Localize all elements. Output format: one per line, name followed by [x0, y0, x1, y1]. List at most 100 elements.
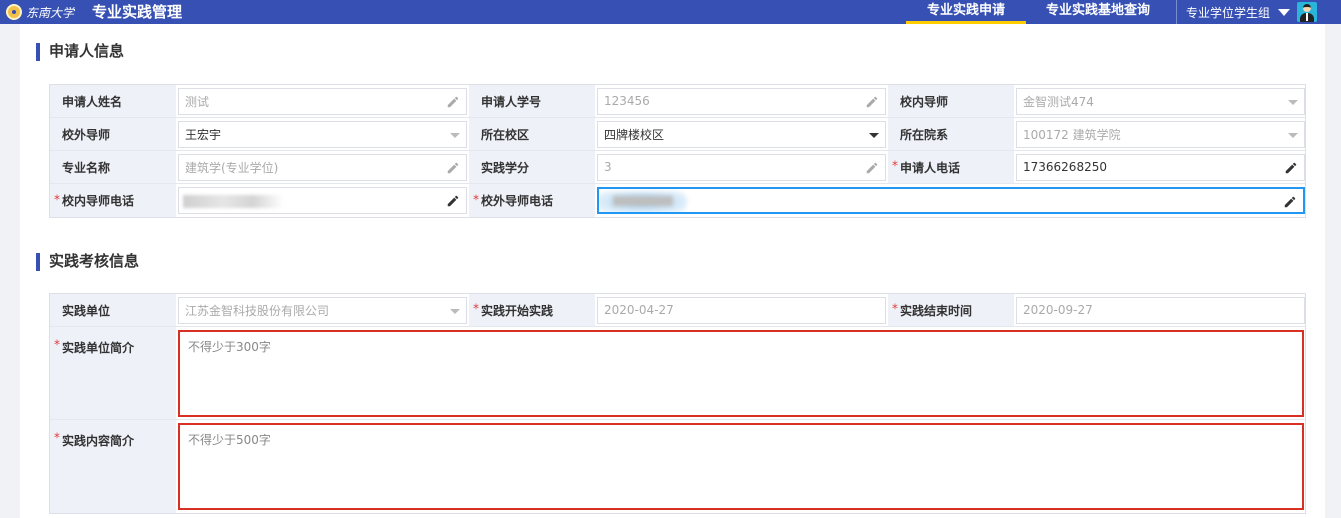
- applicant-name-input[interactable]: 测试: [178, 87, 467, 115]
- form-row: 专业名称 建筑学(专业学位) 实践学分 3 * 申请人电话 17366268250: [50, 151, 1305, 184]
- redacted-value-inner: [613, 196, 673, 206]
- campus-value: 四牌楼校区: [604, 127, 665, 142]
- credits-input[interactable]: 3: [597, 153, 886, 181]
- department-select[interactable]: 100172 建筑学院: [1016, 120, 1305, 148]
- field-cell: 测试: [176, 85, 469, 117]
- field-label: * 实践单位简介: [50, 327, 176, 419]
- unit-intro-label: 实践单位简介: [62, 341, 135, 355]
- student-id-label: 申请人学号: [481, 94, 542, 109]
- field-label: 所在校区: [469, 118, 595, 150]
- end-date-input[interactable]: 2020-09-27: [1016, 296, 1305, 324]
- start-date-value: 2020-04-27: [604, 303, 674, 317]
- external-advisor-phone-input[interactable]: [597, 187, 1305, 214]
- practice-unit-value: 江苏金智科技股份有限公司: [185, 303, 330, 318]
- external-phone-label: 校外导师电话: [481, 194, 554, 208]
- required-star: *: [892, 301, 898, 316]
- field-cell: 王宏宇: [176, 118, 469, 150]
- major-value: 建筑学(专业学位): [185, 160, 279, 175]
- caret-down-icon: [450, 308, 460, 314]
- internal-phone-label: 校内导师电话: [62, 194, 135, 208]
- content-panel: 申请人信息 申请人姓名 测试 申请人学号 123456 校内导师 金智测试474…: [20, 24, 1325, 518]
- applicant-phone-input[interactable]: 17366268250: [1016, 153, 1305, 181]
- form-row: 申请人姓名 测试 申请人学号 123456 校内导师 金智测试474: [50, 85, 1305, 118]
- name-label: 申请人姓名: [62, 94, 123, 109]
- field-cell: 不得少于500字: [176, 420, 1306, 513]
- caret-down-icon: [869, 132, 879, 138]
- campus-select[interactable]: 四牌楼校区: [597, 120, 886, 148]
- caret-down-icon[interactable]: [1278, 9, 1290, 16]
- section-title-practice: 实践考核信息: [36, 253, 139, 271]
- pencil-icon: [447, 195, 459, 207]
- internal-advisor-select[interactable]: 金智测试474: [1016, 87, 1305, 115]
- field-cell: 17366268250: [1014, 151, 1307, 183]
- content-intro-textarea[interactable]: 不得少于500字: [178, 423, 1304, 510]
- applicant-form: 申请人姓名 测试 申请人学号 123456 校内导师 金智测试474 校外导师 …: [49, 84, 1306, 218]
- required-star: *: [473, 301, 479, 316]
- field-cell: [176, 184, 469, 217]
- app-title: 专业实践管理: [92, 3, 183, 21]
- field-cell: 123456: [595, 85, 888, 117]
- top-divider: [1176, 0, 1177, 24]
- department-label: 所在院系: [900, 127, 949, 142]
- pencil-icon: [1284, 196, 1296, 208]
- field-label: 申请人学号: [469, 85, 595, 117]
- applicant-name-value: 测试: [185, 94, 210, 109]
- pencil-icon: [1285, 162, 1297, 173]
- internal-advisor-phone-input[interactable]: [178, 187, 467, 214]
- student-id-input[interactable]: 123456: [597, 87, 886, 115]
- form-row: * 校内导师电话 * 校外导师电话: [50, 184, 1305, 217]
- field-label: 实践单位: [50, 294, 176, 326]
- field-label: 申请人姓名: [50, 85, 176, 117]
- field-cell: 2020-09-27: [1014, 294, 1307, 326]
- user-avatar[interactable]: [1297, 2, 1317, 22]
- start-label: 实践开始实践: [481, 303, 554, 318]
- campus-label: 所在校区: [481, 127, 530, 142]
- field-label: 实践学分: [469, 151, 595, 183]
- top-bar: 东南大学 专业实践管理 专业实践申请 专业实践基地查询 专业学位学生组: [0, 0, 1341, 24]
- pencil-icon: [447, 162, 459, 173]
- field-label: 所在院系: [888, 118, 1014, 150]
- external-advisor-select[interactable]: 王宏宇: [178, 120, 467, 148]
- major-input[interactable]: 建筑学(专业学位): [178, 153, 467, 181]
- start-date-input[interactable]: 2020-04-27: [597, 296, 886, 324]
- role-selector[interactable]: 专业学位学生组: [1186, 5, 1270, 21]
- nav-tab-practice-base-query[interactable]: 专业实践基地查询: [1032, 0, 1164, 24]
- student-id-value: 123456: [604, 94, 650, 108]
- field-label: 校外导师: [50, 118, 176, 150]
- field-label: * 校外导师电话: [469, 184, 595, 217]
- pencil-icon: [447, 96, 459, 107]
- field-label: * 申请人电话: [888, 151, 1014, 183]
- form-row: * 实践内容简介 不得少于500字: [50, 420, 1305, 513]
- field-cell: [595, 184, 1307, 217]
- internal-advisor-label: 校内导师: [900, 94, 949, 109]
- required-star: *: [892, 158, 898, 173]
- unit-intro-textarea[interactable]: 不得少于300字: [178, 329, 1304, 417]
- required-star: *: [54, 192, 60, 207]
- avatar-head: [1303, 4, 1311, 12]
- credits-value: 3: [604, 160, 612, 174]
- nav-tab-practice-application[interactable]: 专业实践申请: [906, 0, 1026, 24]
- required-star: *: [54, 337, 60, 352]
- external-advisor-value: 王宏宇: [185, 127, 222, 142]
- form-row: * 实践单位简介 不得少于300字: [50, 327, 1305, 420]
- practice-unit-select[interactable]: 江苏金智科技股份有限公司: [178, 296, 467, 324]
- field-cell: 3: [595, 151, 888, 183]
- field-cell: 江苏金智科技股份有限公司: [176, 294, 469, 326]
- field-label: * 校内导师电话: [50, 184, 176, 217]
- pencil-icon: [866, 162, 878, 173]
- caret-down-icon: [450, 132, 460, 138]
- practice-form: 实践单位 江苏金智科技股份有限公司 * 实践开始实践 2020-04-27 * 实践…: [49, 293, 1306, 514]
- pencil-icon: [866, 96, 878, 107]
- field-label: * 实践内容简介: [50, 420, 176, 513]
- applicant-phone-value: 17366268250: [1023, 160, 1107, 174]
- field-cell: 不得少于300字: [176, 327, 1306, 419]
- university-seal-icon: [6, 4, 22, 20]
- department-value: 100172 建筑学院: [1023, 127, 1121, 142]
- section-title-applicant: 申请人信息: [36, 43, 124, 61]
- phone-label: 申请人电话: [900, 160, 961, 175]
- internal-advisor-value: 金智测试474: [1023, 94, 1094, 109]
- redacted-value: [183, 195, 283, 208]
- external-advisor-label: 校外导师: [62, 127, 111, 142]
- field-cell: 建筑学(专业学位): [176, 151, 469, 183]
- major-label: 专业名称: [62, 160, 111, 175]
